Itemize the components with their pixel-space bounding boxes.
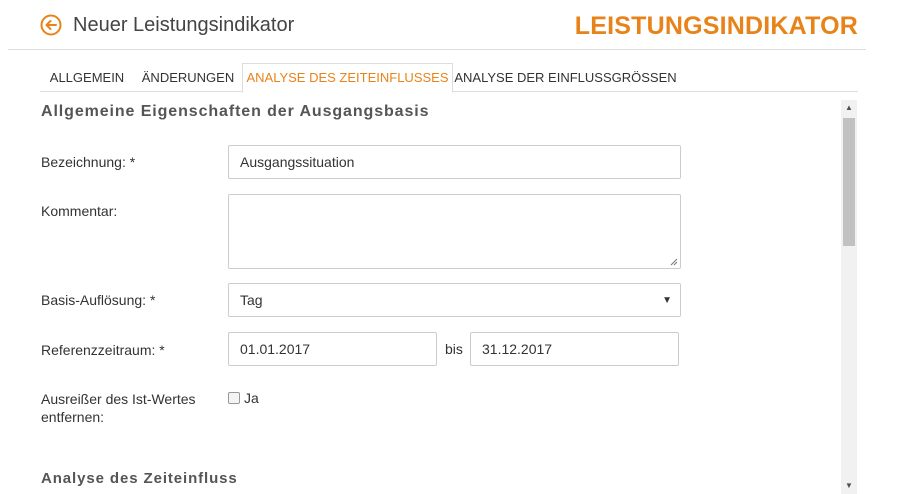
arrow-left-circle-icon	[40, 14, 62, 36]
kommentar-wrapper	[228, 194, 681, 269]
bezeichnung-input[interactable]	[228, 145, 681, 179]
page-title: Neuer Leistungsindikator	[73, 14, 295, 36]
ausreisser-label-line1: Ausreißer des Ist-Wertes	[41, 391, 196, 407]
basis-aufloesung-value: Tag	[240, 292, 263, 308]
form-content: Allgemeine Eigenschaften der Ausgangsbas…	[40, 92, 840, 494]
basis-aufloesung-select[interactable]: Tag ▼	[228, 283, 681, 317]
back-button[interactable]	[40, 14, 62, 36]
kommentar-label: Kommentar:	[41, 203, 118, 219]
caret-down-icon: ▼	[662, 294, 672, 306]
ausreisser-checkbox[interactable]	[228, 392, 240, 404]
referenzzeitraum-label: Referenzzeitraum: *	[41, 342, 165, 358]
tab-aenderungen[interactable]: ÄNDERUNGEN	[136, 63, 240, 92]
tab-bar: ALLGEMEIN ÄNDERUNGEN ANALYSE DES ZEITEIN…	[40, 63, 858, 93]
ausreisser-checkbox-label[interactable]: Ja	[244, 390, 259, 406]
tab-allgemein[interactable]: ALLGEMEIN	[40, 63, 134, 92]
referenzzeitraum-from-input[interactable]	[228, 332, 437, 366]
referenzzeitraum-separator: bis	[445, 341, 463, 357]
page-header: Neuer Leistungsindikator LEISTUNGSINDIKA…	[8, 0, 866, 50]
scroll-down-arrow-icon[interactable]: ▼	[841, 478, 857, 494]
tab-analyse-zeiteinfluss[interactable]: ANALYSE DES ZEITEINFLUSSES	[242, 63, 453, 93]
scroll-up-arrow-icon[interactable]: ▲	[841, 100, 857, 116]
brand-title: LEISTUNGSINDIKATOR	[574, 12, 858, 40]
ausreisser-label: Ausreißer des Ist-Wertes entfernen:	[41, 390, 196, 426]
referenzzeitraum-to-input[interactable]	[470, 332, 679, 366]
resize-grip-icon[interactable]	[670, 258, 678, 266]
basis-aufloesung-label: Basis-Auflösung: *	[41, 292, 156, 308]
kommentar-textarea[interactable]	[228, 194, 681, 269]
ausreisser-label-line2: entfernen:	[41, 409, 105, 425]
section-title-ausgangsbasis: Allgemeine Eigenschaften der Ausgangsbas…	[41, 103, 430, 120]
bezeichnung-label: Bezeichnung: *	[41, 154, 136, 170]
scrollbar-thumb[interactable]	[843, 118, 855, 246]
section-title-analyse: Analyse des Zeiteinfluss	[41, 470, 238, 487]
tab-analyse-einflussgroessen[interactable]: ANALYSE DER EINFLUSSGRÖSSEN	[453, 63, 678, 92]
vertical-scrollbar[interactable]: ▲ ▼	[841, 100, 857, 494]
